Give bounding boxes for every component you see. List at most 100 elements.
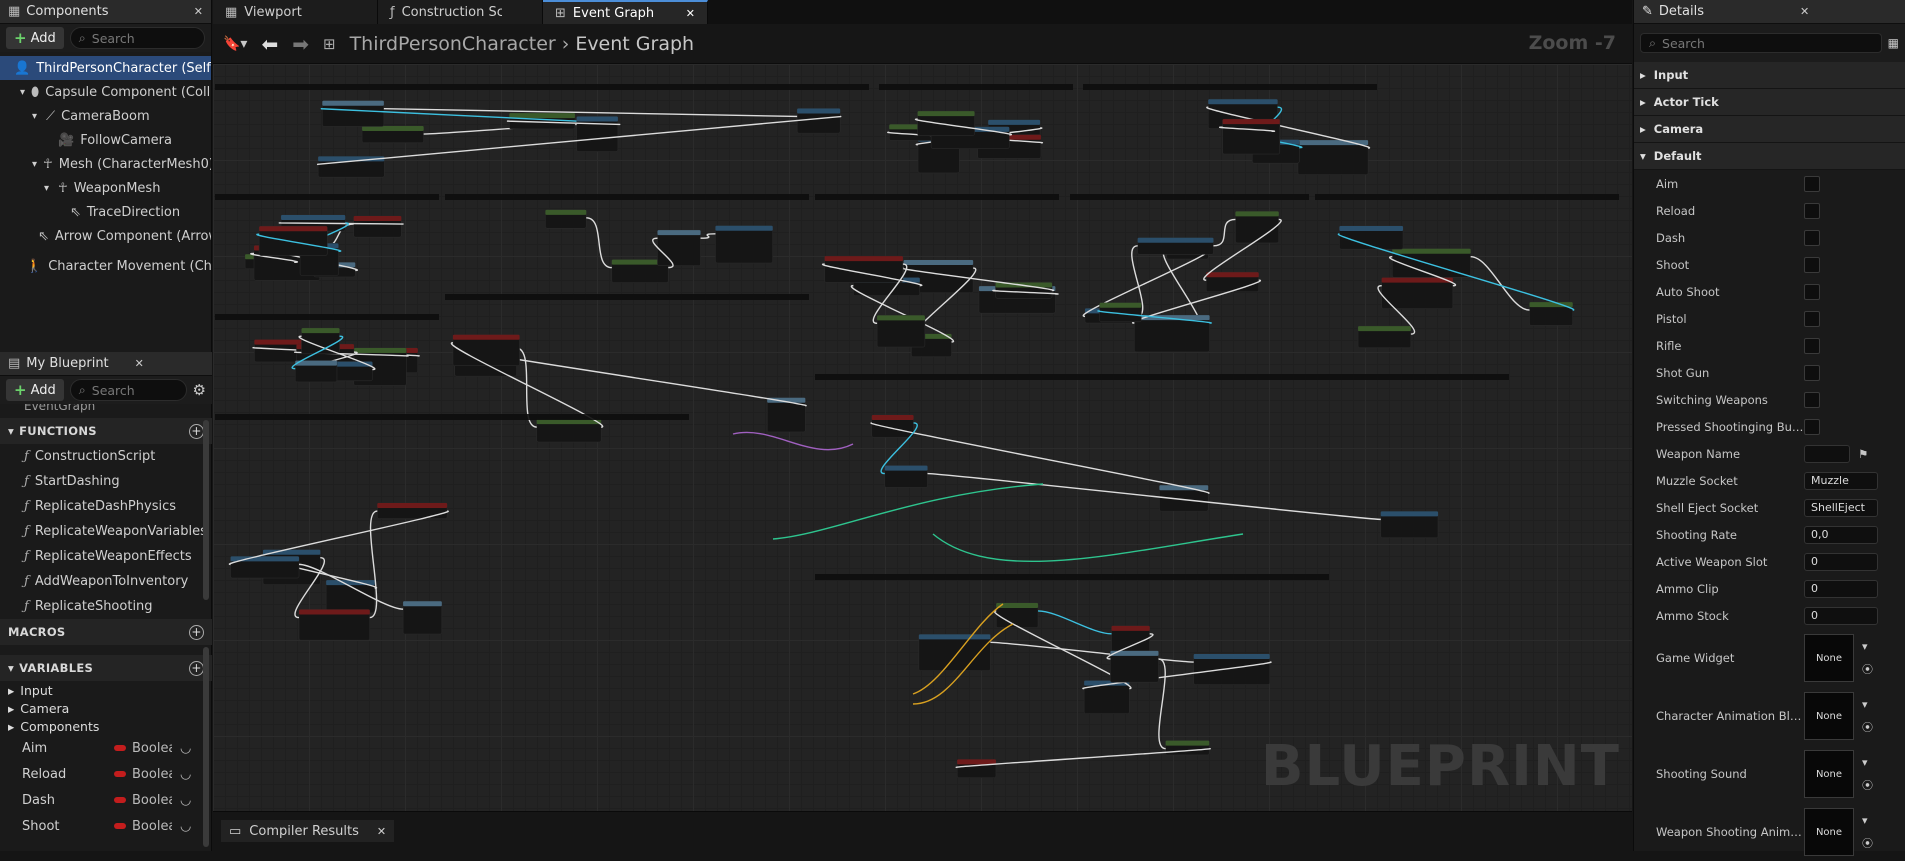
use-selected-icon[interactable]: ⦿ — [1862, 835, 1873, 851]
graph-node-header — [1392, 248, 1471, 254]
component-item[interactable]: ⇖ Arrow Component (Arrow) — [0, 224, 211, 248]
add-macro-icon[interactable]: + — [189, 624, 204, 640]
tab-event-graph[interactable]: ⊞ Event Graph ✕ — [543, 0, 708, 24]
add-variable-icon[interactable]: + — [189, 660, 204, 676]
property-checkbox[interactable] — [1804, 364, 1820, 381]
event-graph-canvas[interactable]: BLUEPRINT — [213, 64, 1632, 811]
component-item[interactable]: ▾ ⟋ CameraBoom — [0, 104, 211, 128]
variable-category[interactable]: ▸ Camera — [0, 699, 212, 717]
property-value-field[interactable]: 0 — [1804, 606, 1878, 625]
my-blueprint-search-input[interactable]: ⌕ Search — [69, 379, 187, 401]
my-blueprint-tab[interactable]: ▤ My Blueprint ✕ — [0, 352, 212, 376]
eye-icon[interactable]: ◡ — [180, 819, 191, 834]
details-search-input[interactable]: ⌕ Search — [1640, 33, 1882, 53]
use-selected-icon[interactable]: ⦿ — [1862, 661, 1873, 677]
table-view-icon[interactable]: ▦ — [1888, 36, 1899, 50]
component-item[interactable]: ▾ ☥ Mesh (CharacterMesh0) — [0, 152, 211, 176]
eye-icon[interactable]: ◡ — [180, 767, 191, 782]
property-value-field[interactable]: Muzzle — [1804, 471, 1878, 490]
macros-section[interactable]: MACROS + — [0, 619, 212, 645]
components-search-input[interactable]: ⌕ Search — [69, 27, 205, 49]
property-checkbox[interactable] — [1804, 310, 1820, 327]
property-checkbox[interactable] — [1804, 391, 1820, 408]
component-item[interactable]: 👤 ThirdPersonCharacter (Self) — [0, 56, 211, 80]
property-checkbox[interactable] — [1804, 202, 1820, 219]
add-member-button[interactable]: + Add — [6, 379, 64, 401]
component-item[interactable]: ⇖ TraceDirection — [0, 200, 211, 224]
variable-item[interactable]: Dash Boolean ◡ — [0, 787, 212, 813]
property-checkbox[interactable] — [1804, 337, 1820, 354]
category-default[interactable]: ▾ Default — [1634, 143, 1905, 170]
property-name-field[interactable] — [1804, 444, 1850, 463]
breadcrumb-root[interactable]: ThirdPersonCharacter — [350, 33, 556, 55]
component-item[interactable]: 🚶 Character Movement (CharMoveComp) — [0, 254, 211, 278]
asset-thumbnail[interactable]: None — [1804, 750, 1854, 798]
property-checkbox[interactable] — [1804, 418, 1820, 435]
component-item[interactable]: ▾ ☥ WeaponMesh — [0, 176, 211, 200]
dropdown-icon[interactable]: ▾ — [1862, 640, 1873, 653]
variables-section[interactable]: ▾ VARIABLES + — [0, 655, 212, 681]
variable-item[interactable]: Shoot Boolean ◡ — [0, 813, 212, 839]
function-item[interactable]: ƒ ReplicateDashPhysics — [0, 494, 212, 519]
functions-section[interactable]: ▾ FUNCTIONS + — [0, 418, 212, 444]
dropdown-icon[interactable]: ▾ — [1862, 814, 1873, 827]
components-tab[interactable]: ▦ Components ✕ — [0, 0, 211, 24]
close-icon[interactable]: ✕ — [377, 825, 386, 838]
property-checkbox[interactable] — [1804, 256, 1820, 273]
function-item[interactable]: ƒ ReplicateWeaponVariables — [0, 519, 212, 544]
function-item[interactable]: ƒ ReplicateShooting — [0, 594, 212, 619]
flag-icon[interactable]: ⚑ — [1858, 447, 1868, 461]
function-item[interactable]: ƒ AddWeaponToInventory — [0, 569, 212, 594]
eye-icon[interactable]: ◡ — [180, 741, 191, 756]
property-value-field[interactable]: 0 — [1804, 552, 1878, 571]
add-function-icon[interactable]: + — [189, 423, 204, 439]
variable-item[interactable]: Aim Boolean ◡ — [0, 735, 212, 761]
property-checkbox[interactable] — [1804, 283, 1820, 300]
eye-icon[interactable]: ◡ — [180, 793, 191, 808]
close-icon[interactable]: ✕ — [1800, 5, 1809, 18]
close-icon[interactable]: ✕ — [194, 5, 203, 18]
variable-item[interactable]: Reload Boolean ◡ — [0, 761, 212, 787]
caret-down-icon: ▾ — [32, 110, 38, 122]
back-arrow-icon[interactable]: ⬅ — [261, 32, 278, 56]
property-checkbox[interactable] — [1804, 175, 1820, 192]
function-icon: ƒ — [24, 549, 29, 564]
property-value-field[interactable]: 0,0 — [1804, 525, 1878, 544]
close-icon[interactable]: ✕ — [686, 7, 695, 20]
function-item[interactable]: ƒ StartDashing — [0, 469, 212, 494]
property-value-field[interactable]: 0 — [1804, 579, 1878, 598]
component-item[interactable]: 🎥 FollowCamera — [0, 128, 211, 152]
bookmark-icon[interactable]: 🔖▾ — [223, 36, 247, 52]
details-tab[interactable]: ✎ Details ✕ — [1634, 0, 1905, 24]
dropdown-icon[interactable]: ▾ — [1862, 698, 1873, 711]
property-value-field[interactable]: ShellEject — [1804, 498, 1878, 517]
functions-scrollbar[interactable] — [203, 420, 209, 600]
variable-category[interactable]: ▸ Input — [0, 681, 212, 699]
skeletal-mesh-icon: ☥ — [43, 156, 53, 172]
property-checkbox[interactable] — [1804, 229, 1820, 246]
use-selected-icon[interactable]: ⦿ — [1862, 777, 1873, 793]
add-component-button[interactable]: + Add — [6, 27, 64, 49]
tab-construction-script[interactable]: ƒ Construction Script — [378, 0, 543, 24]
gear-icon[interactable]: ⚙ — [193, 381, 206, 399]
asset-thumbnail[interactable]: None — [1804, 634, 1854, 682]
use-selected-icon[interactable]: ⦿ — [1862, 719, 1873, 735]
tab-viewport[interactable]: ▦ Viewport — [213, 0, 378, 24]
asset-thumbnail[interactable]: None — [1804, 808, 1854, 856]
hierarchy-icon[interactable]: ⊞ — [323, 35, 336, 53]
forward-arrow-icon[interactable]: ➡ — [292, 32, 309, 56]
function-item[interactable]: ƒ ReplicateWeaponEffects — [0, 544, 212, 569]
category-actor-tick[interactable]: ▸ Actor Tick — [1634, 89, 1905, 116]
category-camera[interactable]: ▸ Camera — [1634, 116, 1905, 143]
eventgraph-item[interactable]: EventGraph — [0, 404, 212, 416]
skeletal-mesh-icon: ☥ — [58, 180, 68, 196]
variables-scrollbar[interactable] — [203, 647, 209, 847]
asset-thumbnail[interactable]: None — [1804, 692, 1854, 740]
compiler-results-tab[interactable]: ▭ Compiler Results ✕ — [221, 820, 395, 842]
function-item[interactable]: ƒ ConstructionScript — [0, 444, 212, 469]
category-input[interactable]: ▸ Input — [1634, 62, 1905, 89]
variable-category[interactable]: ▸ Components — [0, 717, 212, 735]
close-icon[interactable]: ✕ — [135, 357, 144, 370]
dropdown-icon[interactable]: ▾ — [1862, 756, 1873, 769]
component-item[interactable]: ▾ ⬮ Capsule Component (Collision) — [0, 80, 211, 104]
